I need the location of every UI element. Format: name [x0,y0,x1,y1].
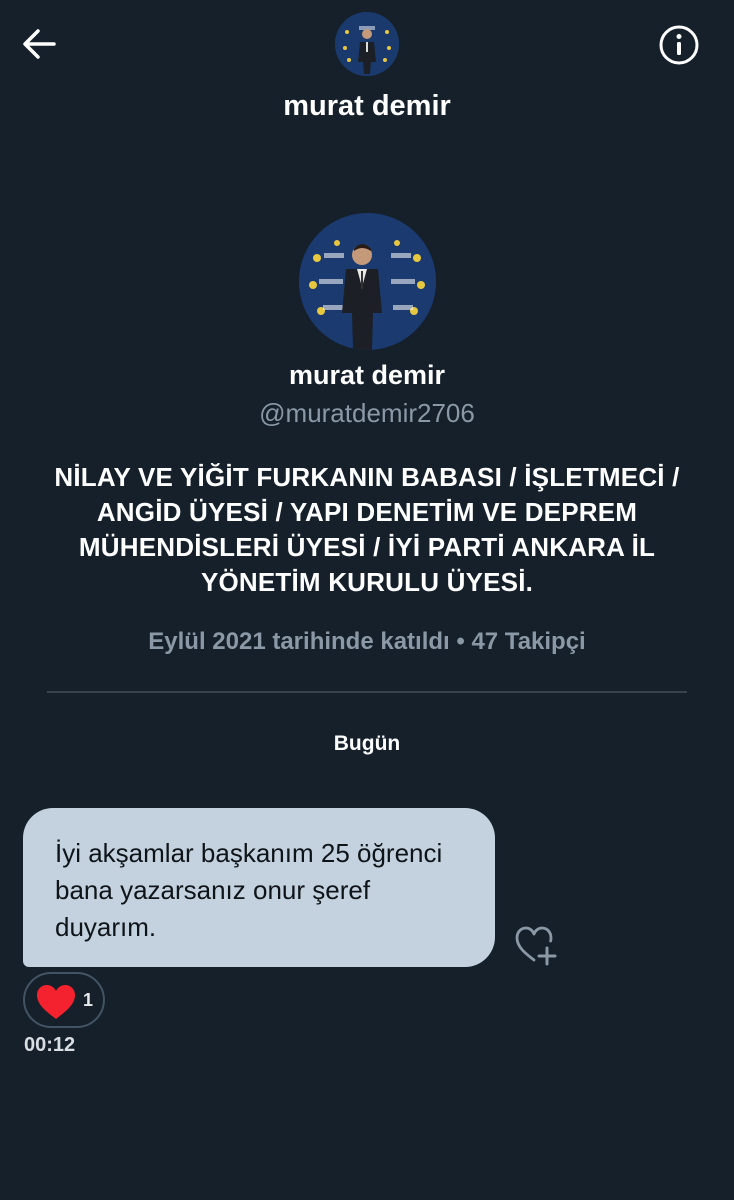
header-title: murat demir [283,90,451,122]
profile-avatar[interactable] [299,213,436,350]
divider [47,691,687,693]
profile-bio: NİLAY VE YİĞİT FURKANIN BABASI / İŞLETME… [54,462,680,597]
add-reaction-button[interactable] [512,922,560,968]
header-avatar[interactable] [335,12,399,76]
reaction-pill[interactable]: 1 [23,972,105,1028]
avatar-photo [335,12,399,76]
profile-handle[interactable]: @muratdemir2706 [0,398,734,429]
info-button[interactable] [656,22,702,68]
message-text: İyi akşamlar başkanım 25 öğrenci bana ya… [55,838,443,942]
heart-icon [37,985,75,1019]
reaction-count: 1 [83,990,94,1010]
arrow-left-icon [23,29,56,59]
day-label: Bugün [333,732,401,755]
message-timestamp: 00:12 [24,1034,76,1056]
profile-name: murat demir [288,360,446,390]
profile-meta: Eylül 2021 tarihinde katıldı • 47 Takipç… [148,628,586,655]
back-button[interactable] [18,22,62,66]
avatar-photo [299,213,436,350]
message-bubble[interactable]: İyi akşamlar başkanım 25 öğrenci bana ya… [23,808,495,967]
heart-plus-icon [515,926,557,966]
info-circle-icon [659,25,699,65]
